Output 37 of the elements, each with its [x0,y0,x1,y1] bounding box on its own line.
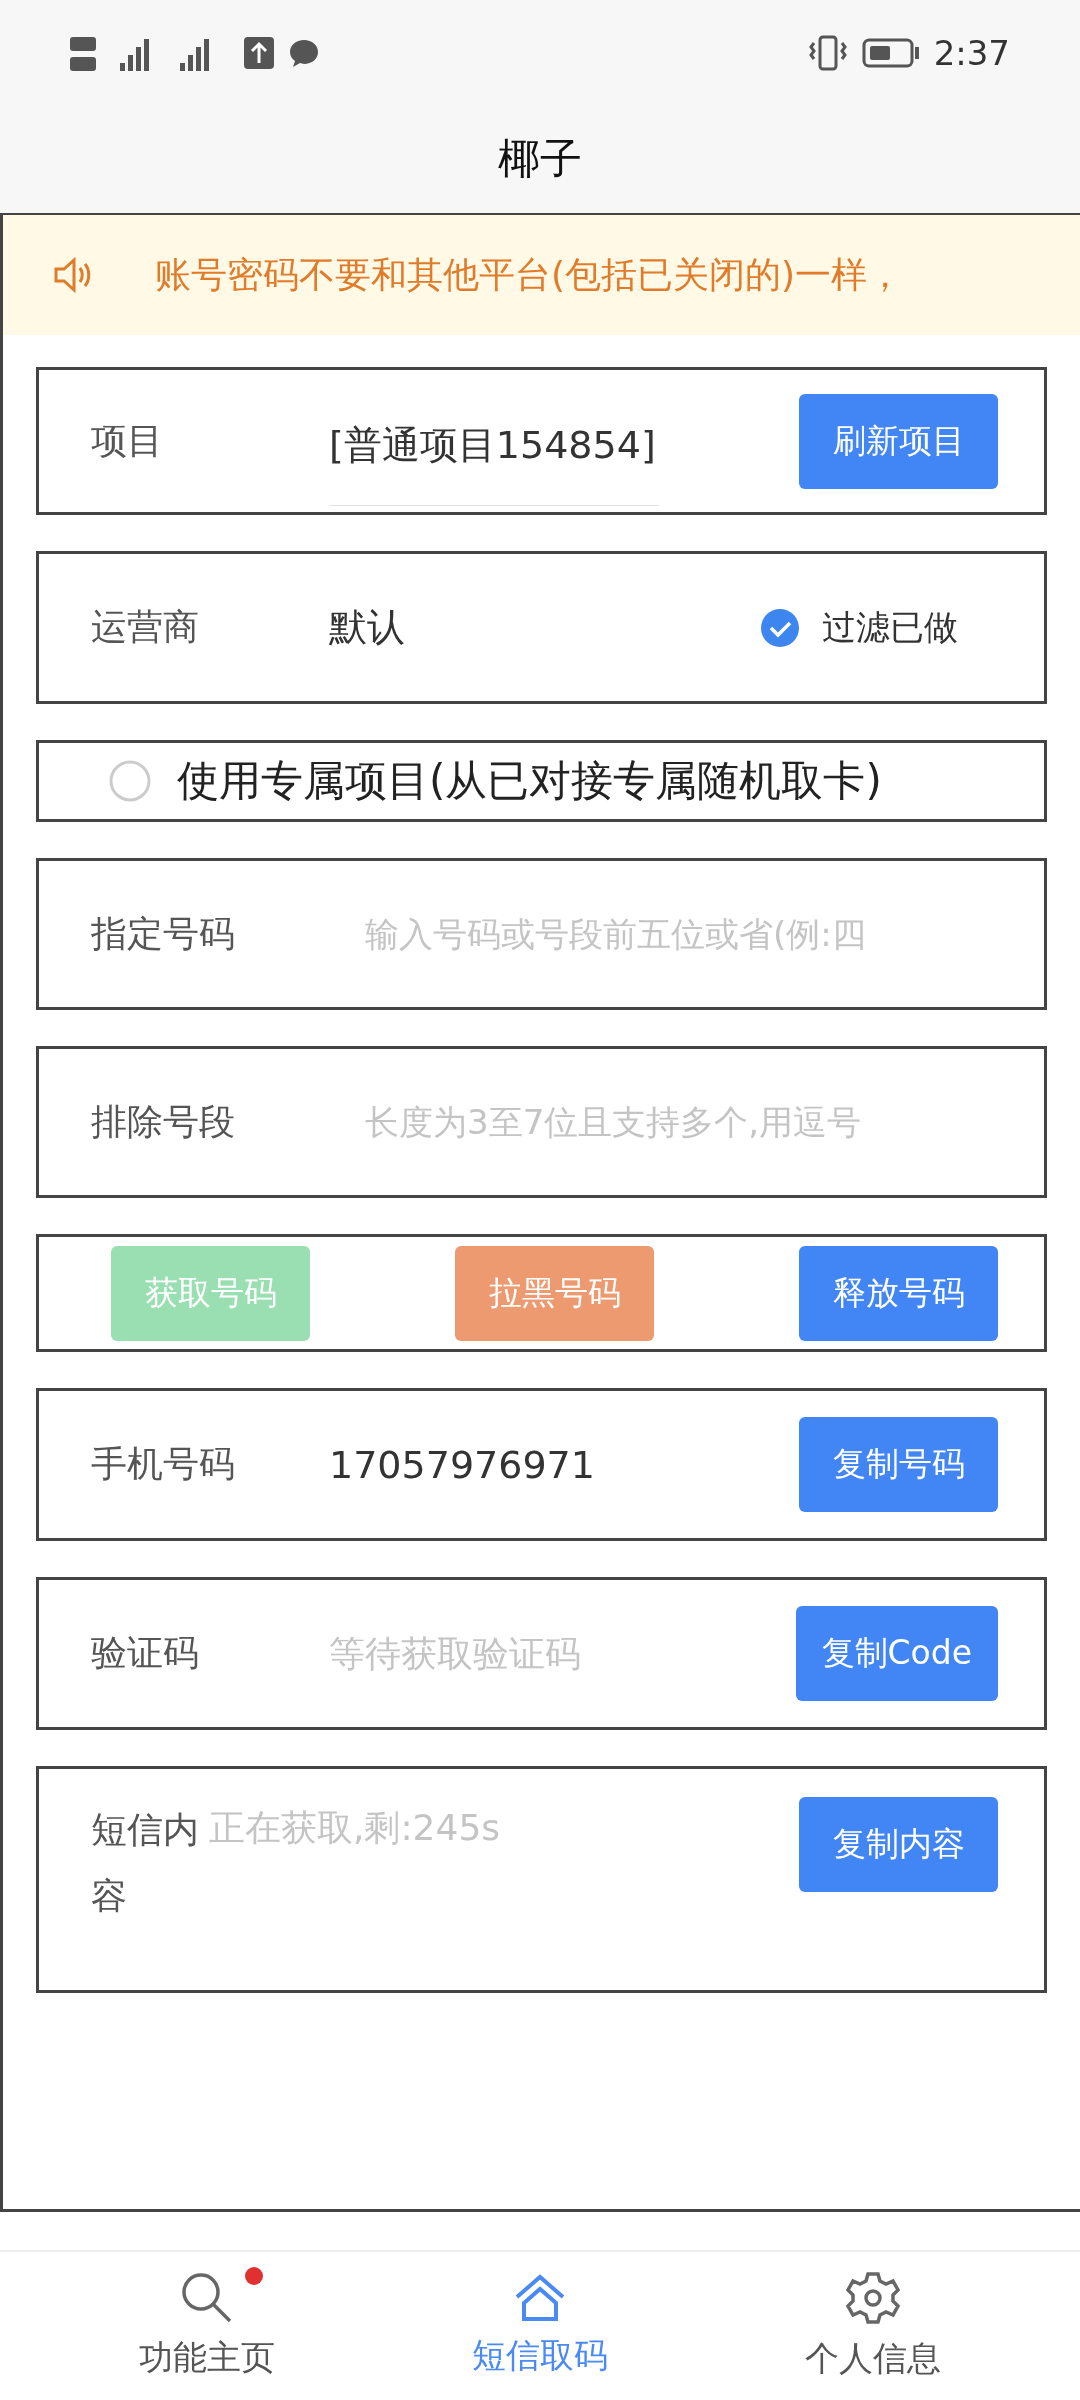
field-label: 验证码 [91,1631,200,1675]
input-field[interactable]: 正在获取,剩:245s [209,1797,779,1858]
radio-label: 使用专属项目(从已对接专属随机取卡) [177,755,882,807]
checkbox-checked[interactable] [760,607,800,648]
notice-text: 账号密码不要和其他平台(包括已关闭的)一样， [155,252,904,297]
field-value: 默认 [329,604,406,651]
action-button[interactable]: 释放号码 [799,1245,998,1341]
field-label: 排除号段 [91,1099,236,1144]
nav-tab[interactable]: 短信取码 [442,2273,638,2379]
input-field[interactable]: 等待获取验证码 [329,1623,776,1684]
input-field[interactable]: 输入号码或号段前五位或省(例:四 [365,904,978,964]
input-field[interactable]: 长度为3至7位且支持多个,用逗号 [365,1092,978,1152]
field-label: 手机号码 [91,1442,236,1486]
copy-button[interactable]: 复制Code [795,1606,998,1701]
battery-icon [861,37,920,68]
status-time: 2:37 [933,32,1010,73]
field-label: 指定号码 [91,911,236,956]
field-label: 运营商 [91,605,200,649]
app-title: 椰子 [498,133,582,185]
home-icon [513,2273,567,2323]
upload-icon [244,36,274,69]
nav-tab[interactable]: 功能主页 [108,2271,305,2381]
search-icon [179,2271,234,2325]
refresh-button[interactable]: 刷新项目 [799,393,998,489]
action-button[interactable]: 拉黑号码 [455,1245,654,1341]
copy-button[interactable]: 复制号码 [799,1417,998,1512]
input-field[interactable]: [普通项目154854] [329,380,659,506]
field-value: 17057976971 [329,1442,596,1487]
checkbox-label: 过滤已做 [822,605,958,649]
radio-button[interactable] [109,760,151,802]
settings-icon [845,2270,902,2326]
copy-button[interactable]: 复制内容 [799,1797,998,1892]
field-label: 短信内容 [91,1808,200,1918]
vibrate-icon [807,34,848,71]
chat-icon [288,37,320,68]
nav-tab[interactable]: 个人信息 [775,2270,972,2382]
field-label: 项目 [91,418,164,463]
